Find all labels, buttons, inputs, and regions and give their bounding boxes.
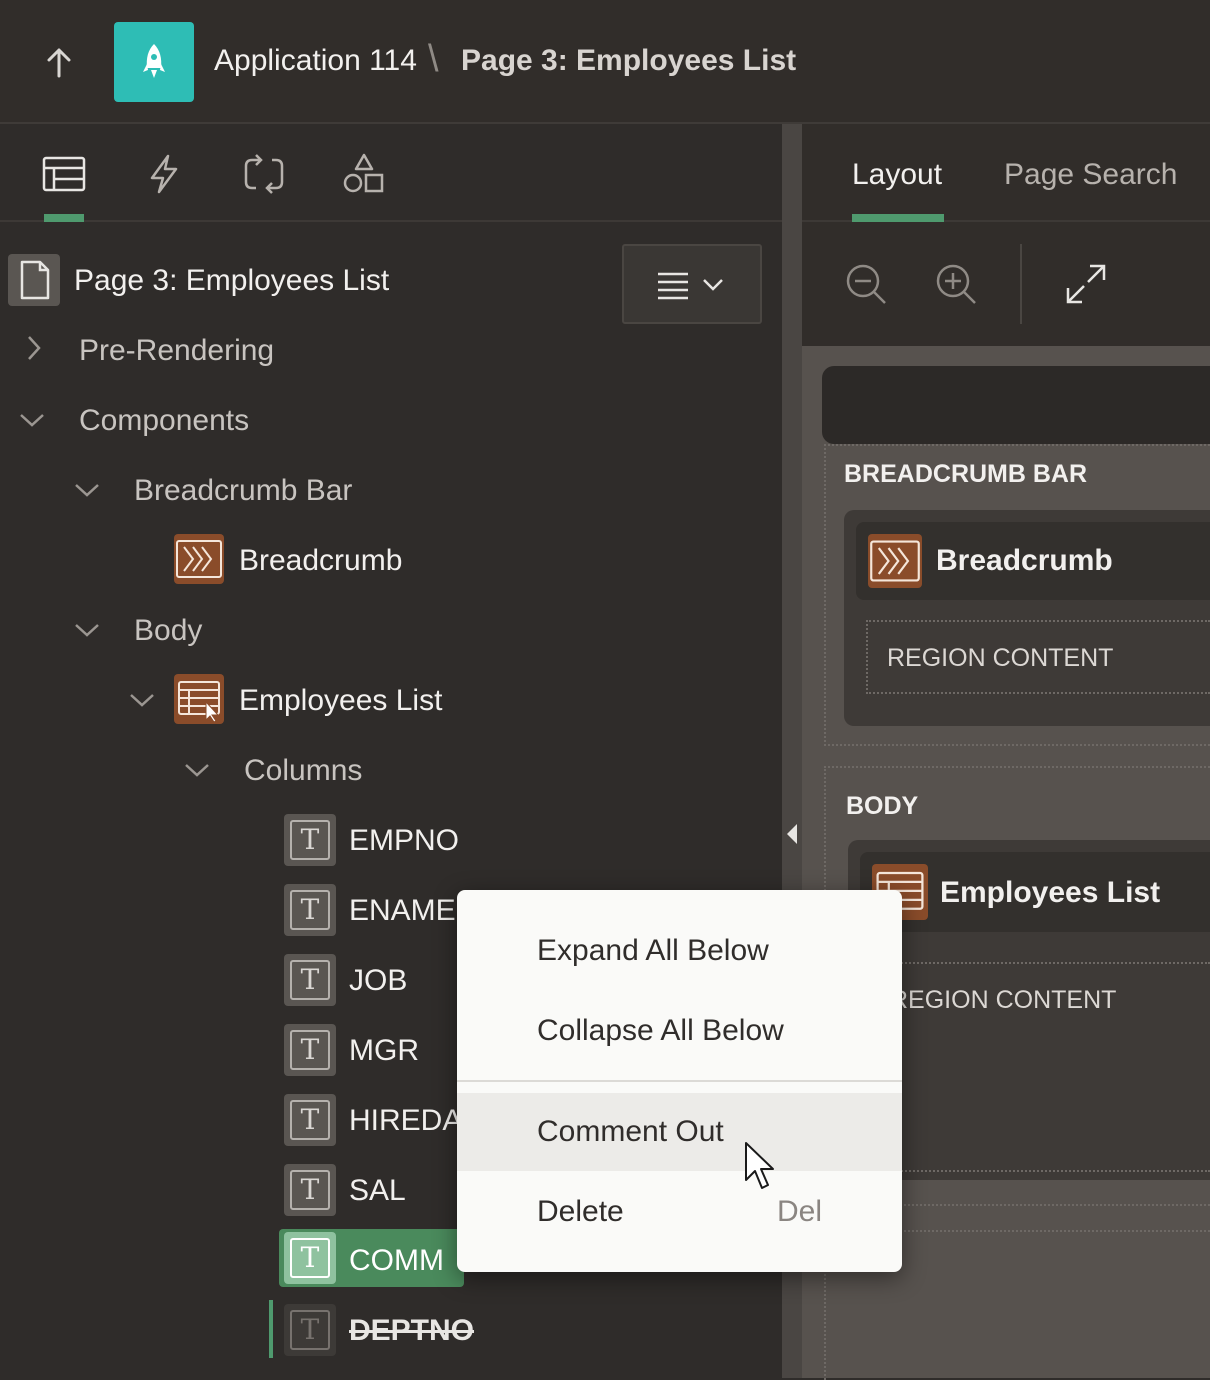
- menu-item-collapse-all-below[interactable]: Collapse All Below: [457, 992, 902, 1070]
- menu-lines-icon: [658, 272, 723, 300]
- text-column-icon: T: [284, 884, 336, 936]
- tree-column-comm[interactable]: COMM: [349, 1244, 444, 1278]
- breadcrumb-separator: \: [428, 38, 439, 80]
- tree-menu-button[interactable]: [622, 244, 762, 324]
- page-title: Page 3: Employees List: [461, 44, 797, 77]
- tab-layout[interactable]: Layout: [852, 158, 942, 192]
- collapse-arrow-icon[interactable]: [787, 824, 797, 844]
- menu-divider: [457, 1080, 902, 1082]
- text-column-icon: T: [284, 814, 336, 866]
- text-column-icon: T: [284, 1024, 336, 1076]
- tree-node-columns[interactable]: Columns: [244, 754, 362, 788]
- app-header: Application 114 \ Page 3: Employees List: [0, 0, 1210, 124]
- tree-node-pre-rendering[interactable]: Pre-Rendering: [79, 334, 274, 368]
- commented-out-indicator: [269, 1300, 273, 1358]
- tree-column-job[interactable]: JOB: [349, 964, 407, 998]
- rocket-icon: [143, 44, 165, 78]
- menu-item-label: Comment Out: [537, 1115, 724, 1148]
- breadcrumb-region-icon: [174, 534, 224, 584]
- chevron-down-icon[interactable]: [16, 404, 48, 436]
- chevron-down-icon[interactable]: [126, 684, 158, 716]
- shapes-icon[interactable]: [342, 152, 386, 196]
- menu-item-label: Collapse All Below: [537, 1014, 784, 1047]
- chevron-right-icon[interactable]: [18, 332, 50, 364]
- text-column-icon: T: [284, 954, 336, 1006]
- toolbar-divider: [1020, 244, 1022, 324]
- active-tab-indicator: [44, 214, 84, 222]
- tree-context-menu: Expand All Below Collapse All Below Comm…: [457, 890, 902, 1272]
- expand-icon[interactable]: [1064, 262, 1108, 306]
- tree-column-empno[interactable]: EMPNO: [349, 824, 459, 858]
- zoom-toolbar: [802, 222, 1210, 346]
- tree-column-deptno[interactable]: DEPTNO: [349, 1314, 474, 1348]
- region-content-label: REGION CONTENT: [890, 986, 1117, 1014]
- text-column-icon: T: [284, 1232, 336, 1284]
- tab-page-search[interactable]: Page Search: [1004, 158, 1177, 192]
- menu-item-label: Expand All Below: [537, 934, 769, 967]
- text-column-icon: T: [284, 1164, 336, 1216]
- right-tab-bar: Layout Page Search: [802, 124, 1210, 222]
- active-tab-indicator: [852, 214, 944, 222]
- menu-item-expand-all-below[interactable]: Expand All Below: [457, 912, 902, 990]
- tree-node-breadcrumb[interactable]: Breadcrumb: [239, 544, 402, 578]
- rendering-tree-icon[interactable]: [42, 152, 86, 196]
- body-label: BODY: [846, 792, 919, 820]
- text-column-icon: T: [284, 1304, 336, 1356]
- zoom-out-icon[interactable]: [844, 262, 888, 306]
- up-arrow-icon[interactable]: [38, 42, 80, 84]
- menu-item-comment-out[interactable]: Comment Out: [457, 1093, 902, 1171]
- page-icon: [8, 254, 60, 306]
- text-column-icon: T: [284, 1094, 336, 1146]
- app-title[interactable]: Application 114: [214, 44, 417, 78]
- chevron-down-icon[interactable]: [71, 614, 103, 646]
- lightning-icon[interactable]: [142, 152, 186, 196]
- tree-column-mgr[interactable]: MGR: [349, 1034, 419, 1068]
- processing-cycle-icon[interactable]: [242, 152, 286, 196]
- breadcrumb-region-title[interactable]: Breadcrumb: [936, 544, 1113, 578]
- tree-node-components[interactable]: Components: [79, 404, 249, 438]
- chevron-down-icon[interactable]: [181, 754, 213, 786]
- employees-region-title[interactable]: Employees List: [940, 876, 1160, 910]
- menu-item-delete[interactable]: Delete Del: [457, 1173, 902, 1251]
- app-logo[interactable]: [114, 22, 194, 102]
- breadcrumb-bar-label: BREADCRUMB BAR: [844, 460, 1088, 488]
- zoom-in-icon[interactable]: [934, 262, 978, 306]
- region-content-label: REGION CONTENT: [887, 644, 1114, 672]
- menu-item-shortcut: Del: [776, 1195, 822, 1228]
- breadcrumb-region-icon: [868, 534, 922, 588]
- tree-column-ename[interactable]: ENAME: [349, 894, 456, 928]
- mouse-pointer-icon: [743, 1140, 777, 1194]
- tree-root-page[interactable]: Page 3: Employees List: [74, 264, 389, 298]
- tree-node-breadcrumb-bar[interactable]: Breadcrumb Bar: [134, 474, 352, 508]
- layout-page-header: [822, 366, 1210, 444]
- tree-node-body[interactable]: Body: [134, 614, 202, 648]
- chevron-down-icon[interactable]: [71, 474, 103, 506]
- tree-node-employees-list[interactable]: Employees List: [239, 684, 442, 718]
- menu-item-label: Delete: [537, 1195, 624, 1228]
- interactive-report-icon: [174, 674, 224, 724]
- tree-column-sal[interactable]: SAL: [349, 1174, 406, 1208]
- left-tab-bar: [0, 124, 782, 222]
